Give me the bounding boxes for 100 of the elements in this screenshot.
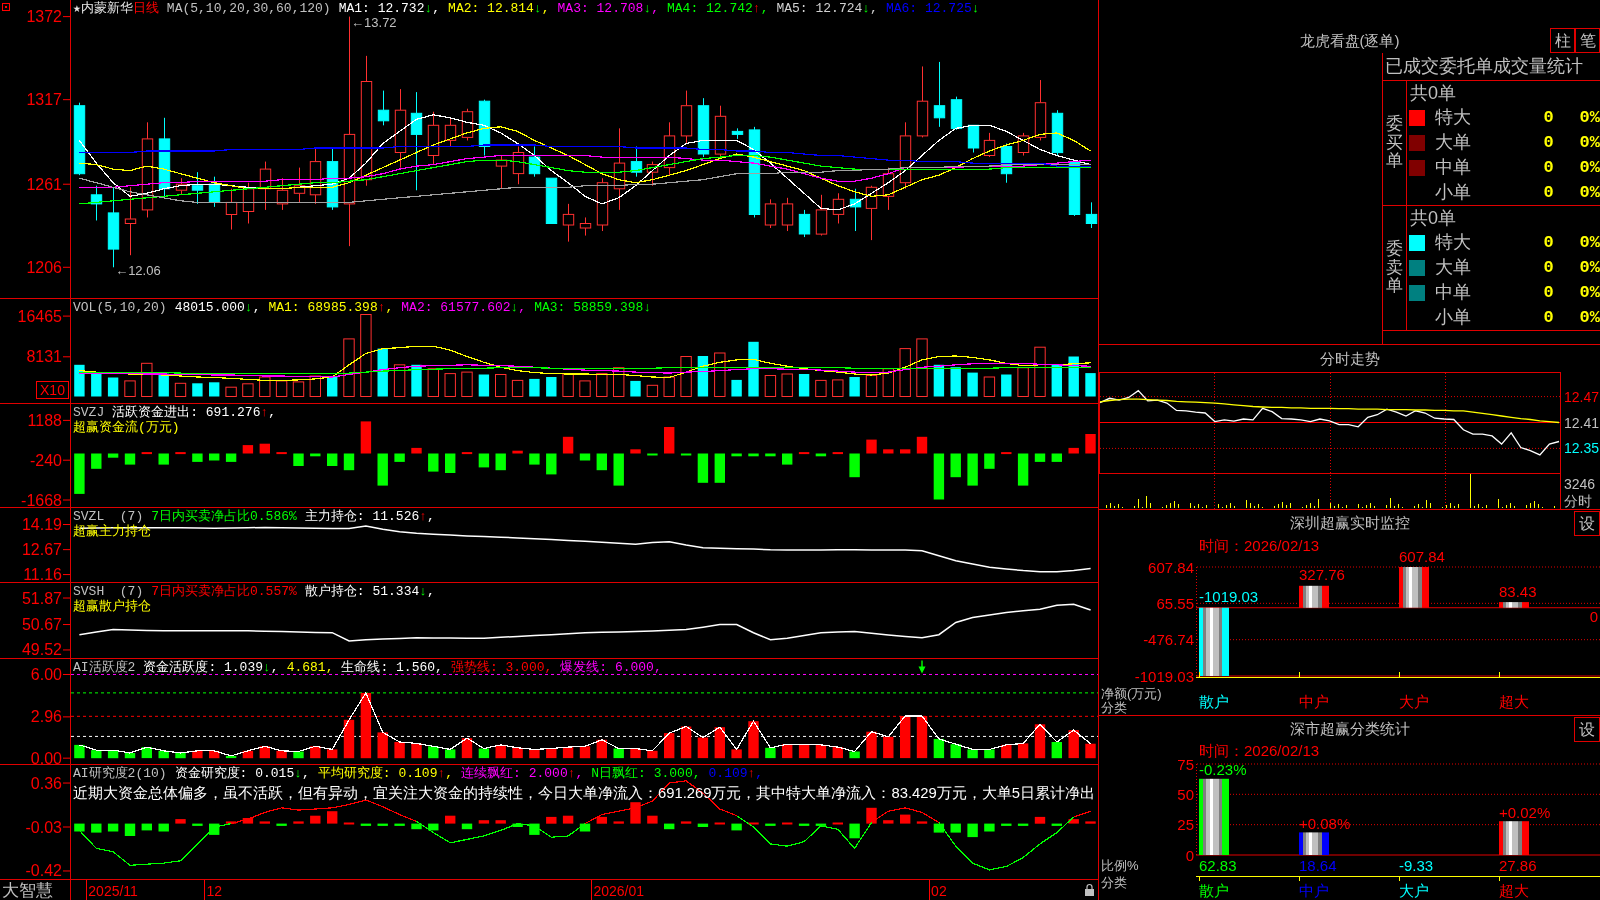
candlestick (225, 188, 238, 231)
change-label: +0.02% (1499, 803, 1551, 821)
legend-item: MA4: 12.742↑, (667, 1, 769, 16)
order-count: 0 (1543, 306, 1554, 329)
date-label: 02 (931, 882, 947, 899)
axis-label: -240 (29, 451, 62, 469)
candlestick (983, 132, 996, 158)
stock-name: ★内蒙新华 (73, 1, 133, 16)
value-label: 327.76 (1299, 566, 1345, 584)
axis-label: 607.84 (1148, 558, 1194, 576)
axis-label: 50.67 (21, 616, 62, 634)
date-label: 2026/01 (593, 882, 644, 899)
candlestick (933, 61, 946, 128)
order-size-label: 大单 (1435, 256, 1471, 279)
axis-label: 2.96 (30, 708, 62, 726)
order-count: 0 (1543, 106, 1554, 129)
order-size-label: 特大 (1435, 231, 1471, 254)
candlestick (697, 97, 710, 158)
order-share: 0% (1579, 181, 1600, 204)
axis-label: 1261 (26, 175, 62, 193)
axis-label: 6.00 (30, 666, 62, 683)
order-size-label: 小单 (1435, 306, 1471, 329)
axis-label: 11.16 (23, 566, 62, 583)
axis-label: 25 (1177, 816, 1194, 834)
candlestick (175, 177, 188, 196)
axis-label: 12.67 (21, 541, 62, 559)
settings-button[interactable]: 设 (1574, 510, 1600, 536)
order-share: 0% (1579, 106, 1600, 129)
axis-label: -1668 (21, 491, 62, 508)
axis-title: 分类 (1101, 874, 1127, 890)
settings-button[interactable]: 设 (1574, 716, 1600, 742)
legend-item: MA3: 12.708↓, (557, 1, 659, 16)
legend-item: 资金活跃度: 1.039↓, (143, 660, 279, 675)
table-title: 已成交委托单成交量统计 (1385, 56, 1583, 76)
value-label: 27.86 (1499, 856, 1537, 874)
axis-label: 1206 (26, 258, 62, 276)
candlestick (849, 188, 862, 232)
legend-item: MA(5,10,20,30,60,120) (166, 1, 331, 16)
order-share: 0% (1579, 256, 1600, 279)
candlestick (663, 121, 676, 176)
axis-label: 51.87 (21, 589, 62, 607)
axis-label: 12.35 (1564, 440, 1600, 457)
view-toggle-button[interactable]: 柱 (1550, 28, 1575, 53)
candlestick (714, 105, 727, 158)
change-label: +0.08% (1299, 814, 1351, 832)
order-total: 共0单 (1410, 208, 1456, 228)
indicator-title: 超赢散户持仓 (73, 599, 151, 614)
change-label: -0.23% (1199, 761, 1247, 779)
category-label: 大户 (1399, 881, 1429, 899)
candlestick (377, 90, 390, 126)
legend-item: MA1: 12.732↓, (338, 1, 441, 16)
candlestick (478, 99, 491, 157)
legend-item: 爆发线: 6.000, (560, 660, 662, 675)
axis-label: 12.47 (1564, 388, 1600, 405)
axis-label: -1019.03 (1134, 667, 1194, 685)
square-icon (2, 3, 10, 11)
candlestick (276, 177, 289, 211)
order-share: 0% (1579, 131, 1600, 154)
axis-label: 50 (1177, 785, 1194, 803)
reference-line-label: 0 (1589, 608, 1598, 626)
legend-item: MA2: 12.814↓, (448, 1, 550, 16)
legend-item: SVSH (7) (73, 584, 144, 599)
group-label: 委卖单 (1386, 239, 1403, 297)
app-name: 大智慧 (2, 881, 53, 900)
candlestick (899, 121, 912, 190)
candlestick (865, 185, 878, 241)
candlestick (528, 146, 541, 178)
panel-title: 分时走势 (1319, 350, 1380, 367)
panel-title: 龙虎看盘(逐单) (1299, 31, 1400, 50)
order-count: 0 (1543, 281, 1554, 304)
view-toggle-button[interactable]: 笔 (1575, 28, 1600, 53)
candlestick (630, 146, 643, 178)
order-share: 0% (1579, 306, 1600, 329)
value-label: 83.43 (1499, 582, 1537, 600)
candlestick (950, 96, 963, 131)
value-label: 18.64 (1299, 856, 1337, 874)
order-count: 0 (1543, 131, 1554, 154)
legend-item: MA6: 12.725↓ (885, 1, 980, 16)
category-label: 中户 (1299, 881, 1329, 899)
order-total: 共0单 (1410, 83, 1456, 103)
candlestick (781, 197, 794, 232)
candlestick (579, 216, 592, 237)
candlestick (596, 177, 609, 232)
category-label: 散户 (1199, 881, 1229, 899)
period-label: 日线 (132, 1, 159, 16)
candlestick (309, 147, 322, 205)
order-size-label: 小单 (1435, 181, 1471, 204)
value-label: -9.33 (1399, 856, 1434, 874)
legend-item: MA5: 12.724↓, (776, 1, 878, 16)
category-label: 散户 (1199, 692, 1229, 710)
legend-item: VOL(5,10,20) (73, 300, 167, 315)
date-label: 2025/11 (88, 882, 138, 899)
legend-item: MA2: 61577.602↓, (401, 300, 527, 315)
unit-label: 分时 (1564, 493, 1592, 509)
candlestick (815, 194, 828, 237)
y-axis-title: X10 (40, 382, 66, 398)
legend-item: SVZL (7) (73, 509, 144, 524)
category-label: 超大 (1499, 692, 1529, 710)
legend-item: SVZJ (73, 405, 105, 420)
candlestick (90, 185, 103, 221)
